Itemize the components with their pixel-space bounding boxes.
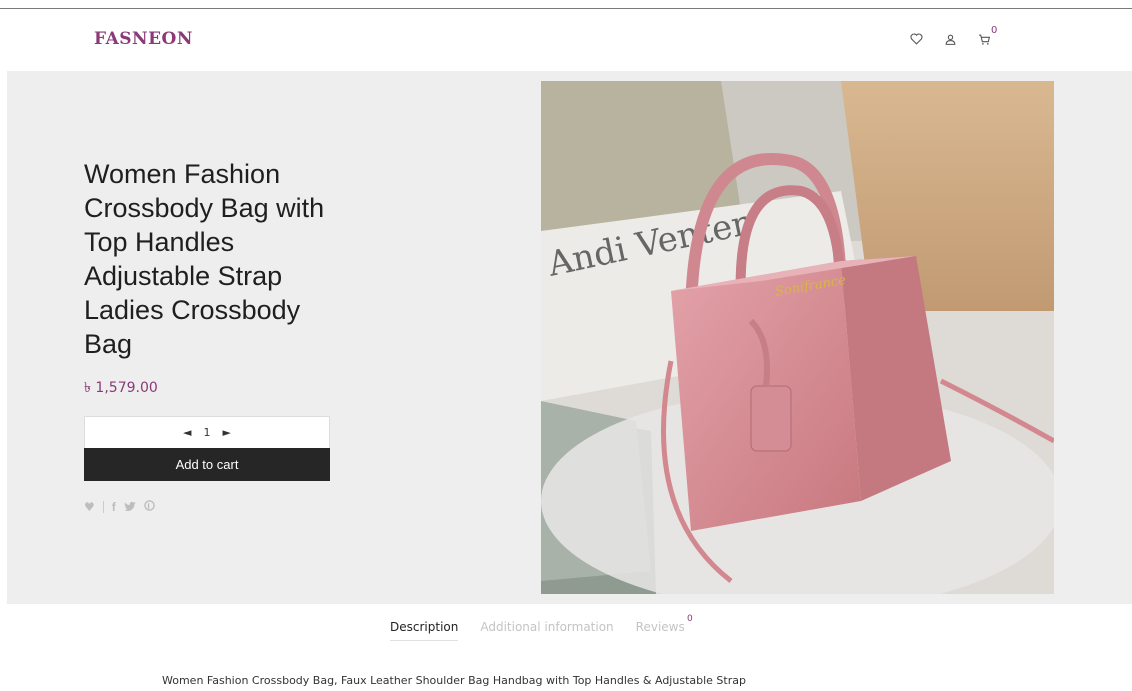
tab-reviews-label: Reviews [635,620,685,634]
product-tabs: Description Additional information Revie… [390,614,693,641]
wishlist-heart-icon[interactable]: ♥ [84,500,95,514]
twitter-icon[interactable] [124,500,136,514]
share-row: ♥ f [84,500,155,514]
quantity-value[interactable]: 1 [204,426,211,439]
cart-icon[interactable]: 0 [976,25,997,47]
site-logo[interactable]: FASNEON [94,29,193,49]
product-description: Women Fashion Crossbody Bag, Faux Leathe… [162,674,746,687]
pinterest-icon[interactable] [143,500,155,514]
tab-additional-information[interactable]: Additional information [480,620,613,641]
product-price: ৳ 1,579.00 [84,380,158,396]
quantity-increase-icon[interactable]: ► [223,426,231,439]
quantity-stepper[interactable]: ◄ 1 ► [84,416,330,449]
share-divider [102,501,104,513]
product-image[interactable]: Andi Venter Sonifrance [541,81,1054,594]
tab-description[interactable]: Description [390,620,459,641]
top-border [0,0,1132,9]
cart-count-badge: 0 [991,25,998,36]
product-title: Women Fashion Crossbody Bag with Top Han… [84,159,325,359]
quantity-decrease-icon[interactable]: ◄ [183,426,191,439]
account-user-icon[interactable] [942,31,958,47]
add-to-cart-button[interactable]: Add to cart [84,448,330,481]
reviews-count-badge: 0 [687,614,693,624]
tab-reviews[interactable]: Reviews 0 [635,614,693,641]
header-icons: 0 [908,25,997,47]
facebook-icon[interactable]: f [112,500,116,514]
site-header: FASNEON 0 [0,9,1132,71]
wishlist-heart-icon[interactable] [908,31,924,47]
